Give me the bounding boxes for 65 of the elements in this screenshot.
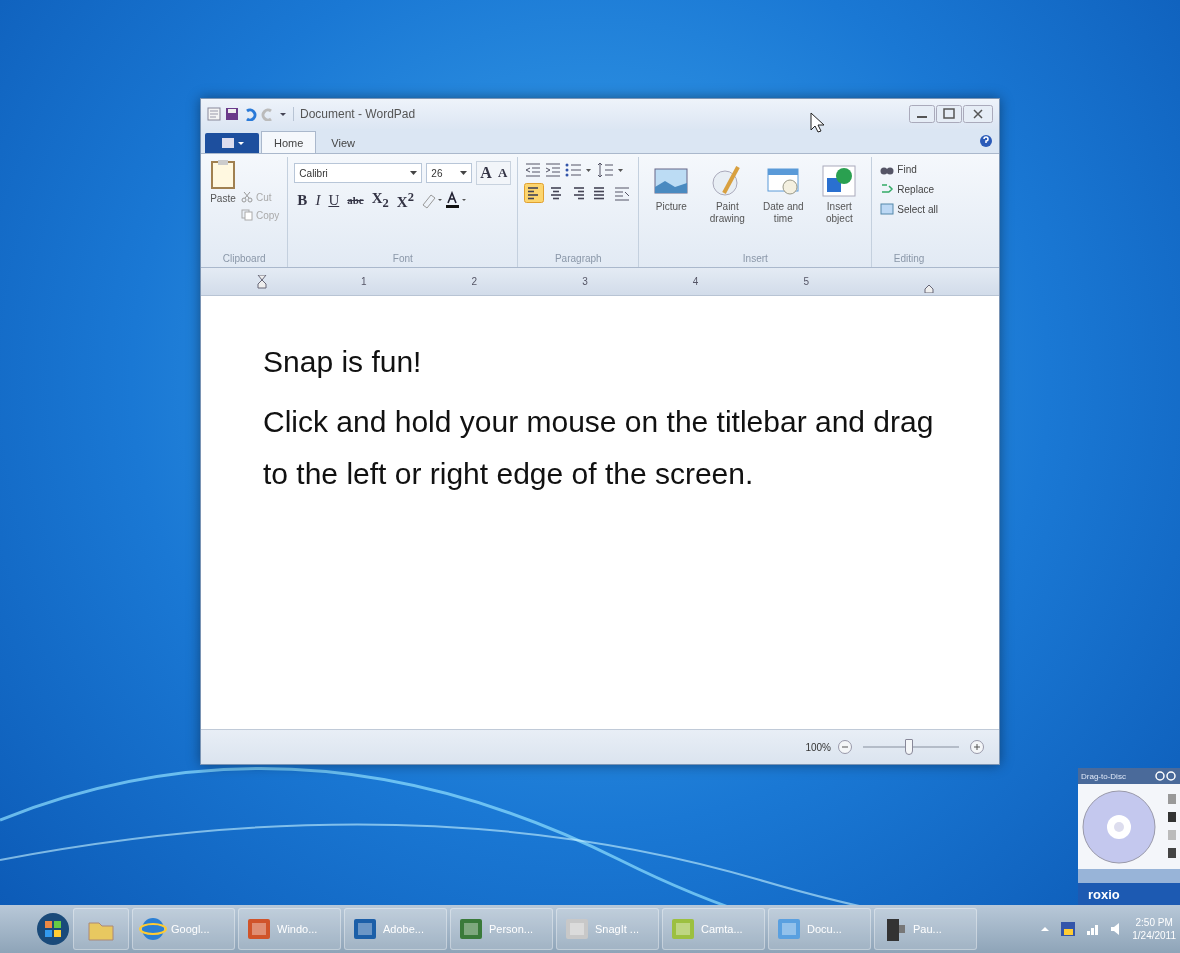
document-paragraph: Snap is fun! (263, 344, 423, 380)
document-paragraph: Click and hold your mouse on the titlebar and drag to the left or right edge of the screen. (263, 404, 935, 492)
clipboard-icon (210, 159, 236, 189)
dropdown-caret-icon (410, 170, 418, 176)
dropdown-caret-icon (460, 170, 468, 176)
format-button[interactable]: I (312, 189, 324, 211)
group-label: Paragraph (554, 252, 602, 266)
save-icon[interactable] (225, 107, 239, 121)
replace-icon (880, 182, 895, 196)
insert-button[interactable]: Date and time (757, 157, 810, 226)
window-title: Document - WordPad (300, 107, 416, 121)
format-button[interactable]: B (294, 189, 311, 211)
ruler-number: 1 (361, 276, 367, 287)
format-button[interactable]: U (325, 189, 343, 211)
gadget-title: Drag-to-Disc (1081, 771, 1126, 781)
group-label: Editing (893, 252, 925, 266)
ribbon-tab[interactable]: Home (261, 131, 317, 153)
select-all-icon (880, 202, 895, 216)
ruler-number: 4 (692, 276, 699, 287)
landscape-picture-icon (654, 165, 689, 197)
font-size-dropdown[interactable]: 26 (426, 163, 473, 183)
group-label: Insert (742, 252, 768, 266)
insert-button[interactable]: Paint drawing (701, 157, 754, 226)
ruler-number: 5 (803, 276, 809, 287)
ruler-number: 2 (471, 276, 478, 287)
decrease-indent-icon[interactable] (524, 161, 543, 179)
brand-logo: roxio (1088, 886, 1120, 902)
tray-app-icon[interactable] (1060, 921, 1077, 937)
format-button[interactable]: X$_{2}$ (368, 189, 392, 211)
scissors-icon (241, 191, 253, 203)
format-button[interactable]: X$^{2}$ (393, 189, 417, 211)
right-indent-marker-icon[interactable] (924, 285, 934, 293)
editing-button[interactable]: Replace (878, 181, 940, 197)
app-icon (139, 915, 167, 943)
font-family-dropdown[interactable]: Calibri (294, 163, 423, 183)
font-color-icon[interactable] (444, 191, 469, 209)
paste-button[interactable]: Paste (207, 157, 239, 206)
editing-button[interactable]: Select all (878, 201, 940, 217)
group-label: Font (392, 252, 413, 266)
grow-font-button[interactable]: A (477, 162, 495, 184)
ribbon-tab[interactable]: View (318, 131, 368, 153)
align-button[interactable] (524, 183, 545, 203)
insert-button[interactable]: Picture (645, 157, 698, 215)
copy-icon (241, 209, 253, 221)
zoom-slider-thumb[interactable] (905, 739, 914, 755)
start-orb-icon[interactable] (36, 912, 70, 946)
gadget-controls-icon[interactable] (1155, 771, 1177, 781)
disc-icon (1081, 788, 1157, 865)
help-icon[interactable] (979, 134, 993, 148)
calendar-clock-icon (766, 165, 801, 197)
zoom-level: 100% (805, 741, 831, 753)
shrink-font-button[interactable]: A (494, 162, 511, 184)
increase-indent-icon[interactable] (544, 161, 563, 179)
minimize-icon[interactable] (909, 105, 935, 123)
editing-button[interactable]: Find (878, 161, 940, 177)
mouse-pointer-icon (810, 112, 826, 134)
group-label: Clipboard (222, 252, 266, 266)
insert-button[interactable]: Insert object (813, 157, 866, 226)
maximize-icon[interactable] (936, 105, 962, 123)
format-button[interactable]: abc (344, 189, 367, 211)
close-icon[interactable] (963, 105, 993, 123)
ruler-number: 3 (582, 276, 588, 287)
shapes-icon (822, 165, 857, 197)
application-menu-button[interactable] (205, 133, 259, 153)
indent-marker-icon[interactable] (257, 275, 267, 289)
